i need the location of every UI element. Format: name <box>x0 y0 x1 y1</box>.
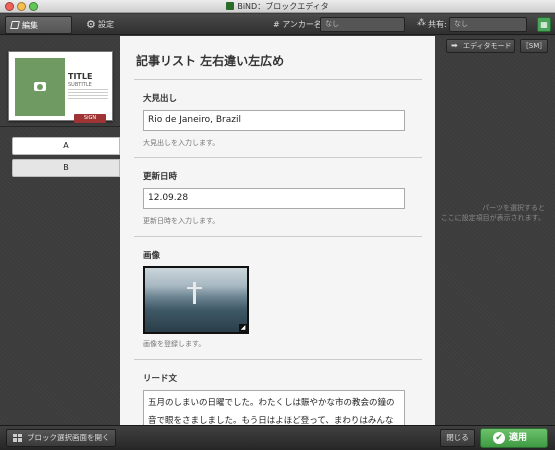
library-button[interactable]: ▦ <box>537 17 551 32</box>
preview-text-lines <box>68 89 108 99</box>
window-title-wrap: BiND：ブロックエディタ <box>0 1 555 12</box>
empty-state-message: パーツを選択すると ここに設定項目が表示されます。 <box>435 203 555 223</box>
library-icon: ▦ <box>540 20 548 29</box>
tab-edit-label: 編集 <box>22 21 38 30</box>
bottom-bar: ブロック選択画面を開く 閉じる ✔ 適用 <box>0 425 555 450</box>
date-hint: 更新日時を入力します。 <box>143 217 220 225</box>
section-divider <box>134 236 422 237</box>
anchor-label: # アンカー名: <box>273 20 325 29</box>
preview-sign-button: SiGN <box>74 114 106 123</box>
pencil-icon <box>10 21 20 29</box>
lead-label: リード文 <box>143 374 178 384</box>
editor-mode-label: エディタモード <box>463 42 512 50</box>
apply-label: 適用 <box>509 433 528 443</box>
app-icon <box>226 2 235 10</box>
variant-b-button[interactable]: B <box>12 159 120 177</box>
editor-mode-button[interactable]: ➡ エディタモード <box>446 39 515 53</box>
share-icon: ⁂ <box>417 18 426 28</box>
preview-photo-placeholder <box>15 58 65 116</box>
date-label: 更新日時 <box>143 172 178 182</box>
tab-settings-label: 設定 <box>98 20 114 29</box>
image-hint: 画像を登録します。 <box>143 340 206 348</box>
image-thumbnail[interactable]: ◢ <box>143 266 249 334</box>
headline-input[interactable]: Rio de Janeiro, Brazil <box>143 110 405 131</box>
resize-corner-icon[interactable]: ◢ <box>239 324 247 332</box>
gear-icon: ⚙ <box>86 18 96 31</box>
date-input[interactable]: 12.09.28 <box>143 188 405 209</box>
close-button[interactable]: 閉じる <box>440 429 475 447</box>
editor-main: 記事リスト 左右違い左広め 大見出し Rio de Janeiro, Brazi… <box>120 36 435 425</box>
variant-a-button[interactable]: A <box>12 137 120 155</box>
section-divider <box>134 157 422 158</box>
lead-textarea[interactable]: 五月のしまいの日曜でした。わたくしは賑やかな市の教会の鐘の音で眼をさましました。… <box>143 390 405 425</box>
section-divider <box>134 79 422 80</box>
block-preview[interactable]: TITLE SUBTITLE SiGN <box>8 51 113 123</box>
share-field[interactable]: なし <box>449 17 527 32</box>
share-label: 共有: <box>428 20 447 29</box>
open-block-gallery-label: ブロック選択画面を開く <box>27 433 110 442</box>
apply-button[interactable]: ✔ 適用 <box>480 428 548 448</box>
preview-subtitle: SUBTITLE <box>68 82 92 88</box>
left-panel: TITLE SUBTITLE SiGN A B <box>0 36 120 425</box>
arrow-right-icon: ➡ <box>451 41 458 50</box>
camera-icon <box>34 82 46 91</box>
section-divider <box>134 359 422 360</box>
window-title: BiND：ブロックエディタ <box>237 2 329 11</box>
window-titlebar: BiND：ブロックエディタ <box>0 0 555 13</box>
anchor-field[interactable]: なし <box>320 17 405 32</box>
open-block-gallery-button[interactable]: ブロック選択画面を開く <box>6 429 116 447</box>
toolbar: 編集 ⚙ 設定 # アンカー名: なし ⁂ 共有: なし ▦ <box>0 14 555 35</box>
sm-button[interactable]: ［SM］ <box>520 39 548 53</box>
empty-state-line-2: ここに設定項目が表示されます。 <box>440 214 545 222</box>
preview-title: TITLE <box>68 72 93 81</box>
right-panel: ➡ エディタモード ［SM］ パーツを選択すると ここに設定項目が表示されます。 <box>435 36 555 425</box>
statue-figure <box>187 282 202 304</box>
headline-label: 大見出し <box>143 94 178 104</box>
headline-hint: 大見出しを入力します。 <box>143 139 220 147</box>
grid-icon <box>13 434 22 442</box>
image-label: 画像 <box>143 251 161 261</box>
left-divider <box>0 126 120 127</box>
tab-edit[interactable]: 編集 <box>5 16 72 34</box>
empty-state-line-1: パーツを選択すると <box>482 204 545 212</box>
checkmark-icon: ✔ <box>493 432 505 444</box>
page-title: 記事リスト 左右違い左広め <box>136 54 285 68</box>
tab-settings[interactable]: ⚙ 設定 <box>86 16 126 34</box>
